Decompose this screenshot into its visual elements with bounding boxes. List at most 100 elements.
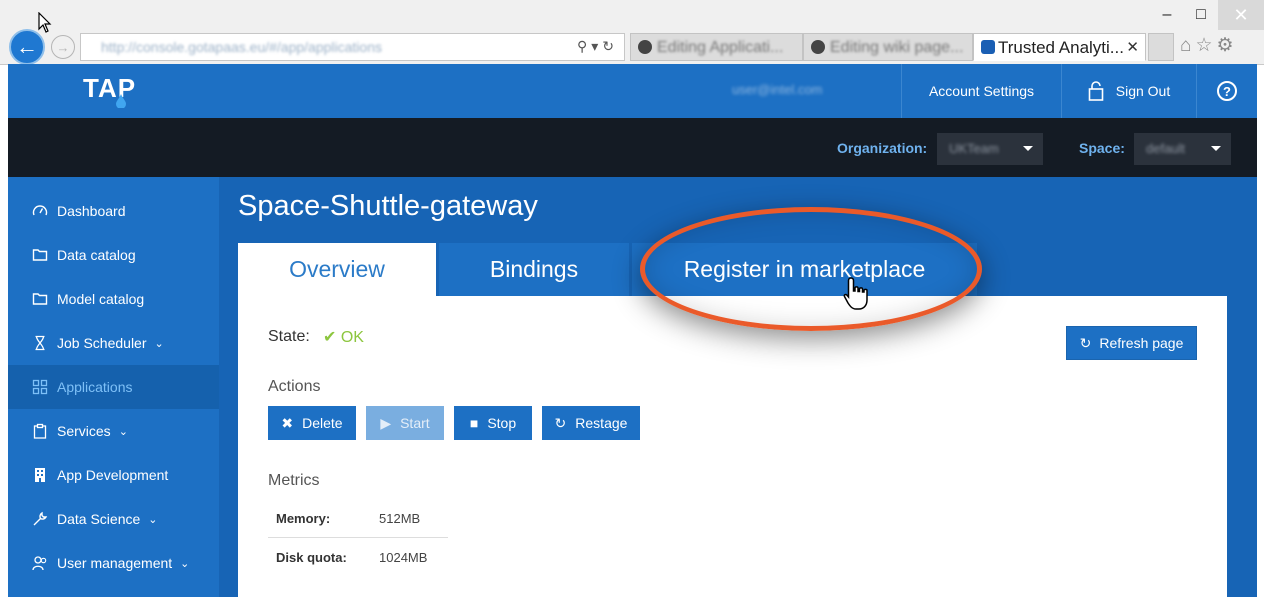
arrow-left-icon: ← [16, 34, 38, 59]
close-tab-icon[interactable]: ✕ [1126, 38, 1139, 56]
delete-button[interactable]: ✖ Delete [268, 406, 356, 440]
space-value: default [1146, 141, 1186, 156]
account-settings-link[interactable]: Account Settings [901, 64, 1061, 118]
refresh-icon: ↻ [1079, 334, 1092, 351]
stop-button[interactable]: ■ Stop [454, 406, 532, 440]
organization-label: Organization: [837, 140, 928, 156]
folder-icon [32, 293, 48, 305]
stop-label: Stop [487, 415, 517, 431]
forward-button[interactable]: → [51, 35, 75, 59]
sign-out-label: Sign Out [1115, 83, 1171, 99]
github-icon [811, 40, 825, 54]
building-icon [35, 468, 45, 482]
restage-label: Restage [575, 415, 628, 431]
address-bar[interactable]: http://console.gotapaas.eu/#/app/applica… [80, 33, 625, 61]
sidebar-item-app-development[interactable]: App Development [8, 453, 219, 497]
tab-bindings[interactable]: Bindings [439, 243, 629, 296]
arrow-right-icon: → [56, 39, 70, 55]
browser-tab-active[interactable]: Trusted Analyti... ✕ [973, 33, 1146, 61]
caret-down-icon [1023, 146, 1033, 151]
app-header: TAP user@intel.com Account Settings Sign… [8, 64, 1257, 118]
sidebar-item-label: Services [57, 423, 111, 439]
folder-icon [32, 249, 48, 261]
grid-icon [32, 379, 48, 395]
tab-label: Editing wiki page... [830, 39, 964, 56]
sidebar-item-data-catalog[interactable]: Data catalog [8, 233, 219, 277]
start-label: Start [400, 415, 430, 431]
mouse-pointer-icon [38, 12, 52, 33]
refresh-page-button[interactable]: ↻ Refresh page [1066, 326, 1197, 360]
address-url: http://console.gotapaas.eu/#/app/applica… [101, 39, 382, 55]
sidebar-item-label: User management [57, 555, 173, 571]
tab-label: Trusted Analyti... [998, 38, 1124, 57]
organization-select[interactable]: UKTeam [937, 133, 1043, 165]
highlight-ellipse [640, 207, 982, 331]
sidebar-item-label: App Development [57, 467, 169, 483]
refresh-icon: ↻ [554, 414, 567, 431]
tab-label: Editing Applicati... [657, 39, 784, 56]
tap-logo[interactable]: TAP [83, 73, 136, 104]
tab-overview[interactable]: Overview [238, 243, 436, 296]
new-tab-button[interactable] [1148, 33, 1174, 61]
dashboard-icon [32, 205, 48, 216]
sidebar-item-model-catalog[interactable]: Model catalog [8, 277, 219, 321]
window-controls: – □ ✕ [1150, 0, 1264, 30]
sidebar-item-applications[interactable]: Applications [8, 365, 219, 409]
close-window-button[interactable]: ✕ [1218, 0, 1264, 30]
chevron-down-icon: ⌄ [118, 425, 128, 438]
restage-button[interactable]: ↻ Restage [542, 406, 640, 440]
hand-pointer-icon [843, 277, 868, 310]
metric-value: 1024MB [379, 549, 428, 565]
space-select[interactable]: default [1134, 133, 1231, 165]
browser-toolbar-icons[interactable]: ⌂☆⚙ [1180, 34, 1238, 57]
play-icon: ▶ [380, 414, 392, 431]
chevron-down-icon: ⌄ [180, 557, 190, 570]
refresh-label: Refresh page [1099, 335, 1184, 351]
sidebar-item-user-management[interactable]: User management ⌄ [8, 541, 219, 585]
sidebar-item-label: Applications [57, 379, 133, 395]
clipboard-icon [33, 423, 47, 439]
users-icon [32, 556, 47, 571]
state-value-text: OK [340, 329, 364, 346]
metrics-row: Disk quota: 1024MB [268, 538, 448, 576]
intel-icon [981, 40, 995, 54]
github-icon [638, 40, 652, 54]
sidebar-item-label: Data catalog [57, 247, 136, 263]
browser-tab[interactable]: Editing wiki page... [803, 33, 973, 61]
user-email: user@intel.com [732, 82, 823, 97]
search-refresh-icons[interactable]: ⚲▾↻ [577, 38, 618, 55]
stop-icon: ■ [469, 415, 479, 431]
state-label: State: [268, 328, 310, 345]
browser-chrome: – □ ✕ ← → http://console.gotapaas.eu/#/a… [0, 0, 1264, 65]
sidebar-item-label: Model catalog [57, 291, 145, 307]
x-icon: ✖ [281, 414, 294, 431]
sidebar-item-label: Data Science [57, 511, 141, 527]
sidebar: Dashboard Data catalog Model catalog Job… [8, 177, 219, 597]
delete-label: Delete [302, 415, 343, 431]
help-icon: ? [1217, 81, 1237, 101]
sidebar-item-dashboard[interactable]: Dashboard [8, 189, 219, 233]
maximize-button[interactable]: □ [1184, 0, 1218, 30]
back-button[interactable]: ← [9, 29, 45, 65]
organization-value: UKTeam [949, 141, 999, 156]
state-value: ✔ OK [323, 327, 364, 347]
metric-key: Disk quota: [276, 549, 347, 565]
sidebar-item-data-science[interactable]: Data Science ⌄ [8, 497, 219, 541]
help-button[interactable]: ? [1196, 64, 1257, 118]
sidebar-item-label: Job Scheduler [57, 335, 147, 351]
browser-tab[interactable]: Editing Applicati... [630, 33, 803, 61]
start-button[interactable]: ▶ Start [366, 406, 444, 440]
wrench-icon [33, 511, 48, 526]
org-space-bar: Organization: UKTeam Space: default [8, 118, 1257, 177]
minimize-button[interactable]: – [1150, 0, 1184, 30]
sidebar-item-services[interactable]: Services ⌄ [8, 409, 219, 453]
account-settings-label: Account Settings [928, 83, 1035, 99]
chevron-down-icon: ⌄ [148, 513, 158, 526]
caret-down-icon [1211, 146, 1221, 151]
lock-icon [1088, 81, 1104, 101]
sign-out-link[interactable]: Sign Out [1061, 64, 1196, 118]
sidebar-item-job-scheduler[interactable]: Job Scheduler ⌄ [8, 321, 219, 365]
metric-key: Memory: [276, 510, 331, 526]
metrics-row: Memory: 512MB [268, 499, 448, 538]
space-label: Space: [1079, 140, 1125, 156]
